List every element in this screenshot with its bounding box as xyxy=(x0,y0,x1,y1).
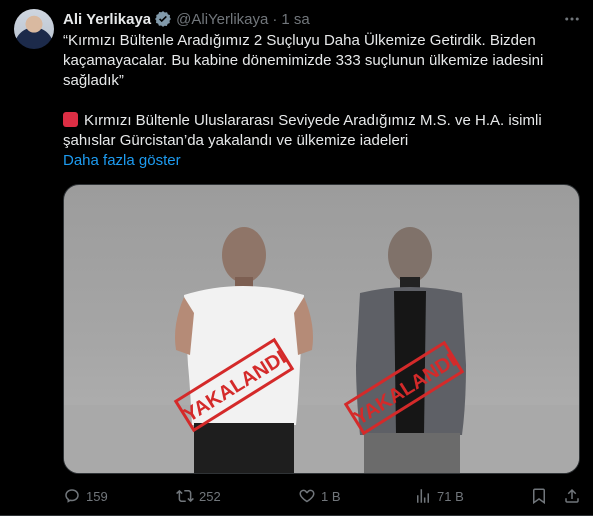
tweet-timestamp[interactable]: 1 sa xyxy=(281,11,309,28)
views-count: 71 B xyxy=(437,488,464,504)
bookmark-icon xyxy=(533,488,545,505)
like-icon xyxy=(299,489,315,503)
reply-icon xyxy=(65,489,79,503)
share-icon xyxy=(565,488,579,503)
views-button[interactable]: 71 B xyxy=(414,486,464,506)
repost-count: 252 xyxy=(199,488,221,504)
reply-button[interactable]: 159 xyxy=(63,486,108,506)
tweet-card[interactable]: Ali Yerlikaya @AliYerlikaya · 1 sa “Kırm… xyxy=(0,0,593,516)
share-button[interactable] xyxy=(563,486,581,506)
red-square-emoji xyxy=(63,112,78,127)
author-name[interactable]: Ali Yerlikaya xyxy=(63,11,151,28)
tweet-header: Ali Yerlikaya @AliYerlikaya · 1 sa xyxy=(63,9,310,29)
tweet-text-quote: “Kırmızı Bültenle Aradığımız 2 Suçluyu D… xyxy=(63,32,548,89)
bookmark-button[interactable] xyxy=(530,486,548,506)
author-handle[interactable]: @AliYerlikaya xyxy=(176,11,268,28)
header-separator: · xyxy=(272,10,278,28)
person-left xyxy=(175,227,313,473)
tweet-media-photo[interactable]: YAKALANDI YAKALANDI xyxy=(63,184,580,474)
photo-illustration: YAKALANDI YAKALANDI xyxy=(64,227,579,473)
tweet-text: “Kırmızı Bültenle Aradığımız 2 Suçluyu D… xyxy=(63,31,583,171)
like-count: 1 B xyxy=(321,488,341,504)
views-icon xyxy=(417,489,429,503)
reply-count: 159 xyxy=(86,488,108,504)
avatar[interactable] xyxy=(14,9,54,49)
verified-badge-icon[interactable] xyxy=(154,10,172,28)
like-button[interactable]: 1 B xyxy=(298,486,341,506)
tweet-actions: 159 252 1 B 71 B xyxy=(63,486,583,506)
more-icon[interactable] xyxy=(562,9,582,29)
repost-button[interactable]: 252 xyxy=(176,486,221,506)
tweet-text-body-content: Kırmızı Bültenle Uluslararası Seviyede A… xyxy=(63,112,546,149)
repost-icon xyxy=(176,489,194,503)
tweet-text-body: Kırmızı Bültenle Uluslararası Seviyede A… xyxy=(63,111,583,151)
show-more-link[interactable]: Daha fazla göster xyxy=(63,152,181,169)
